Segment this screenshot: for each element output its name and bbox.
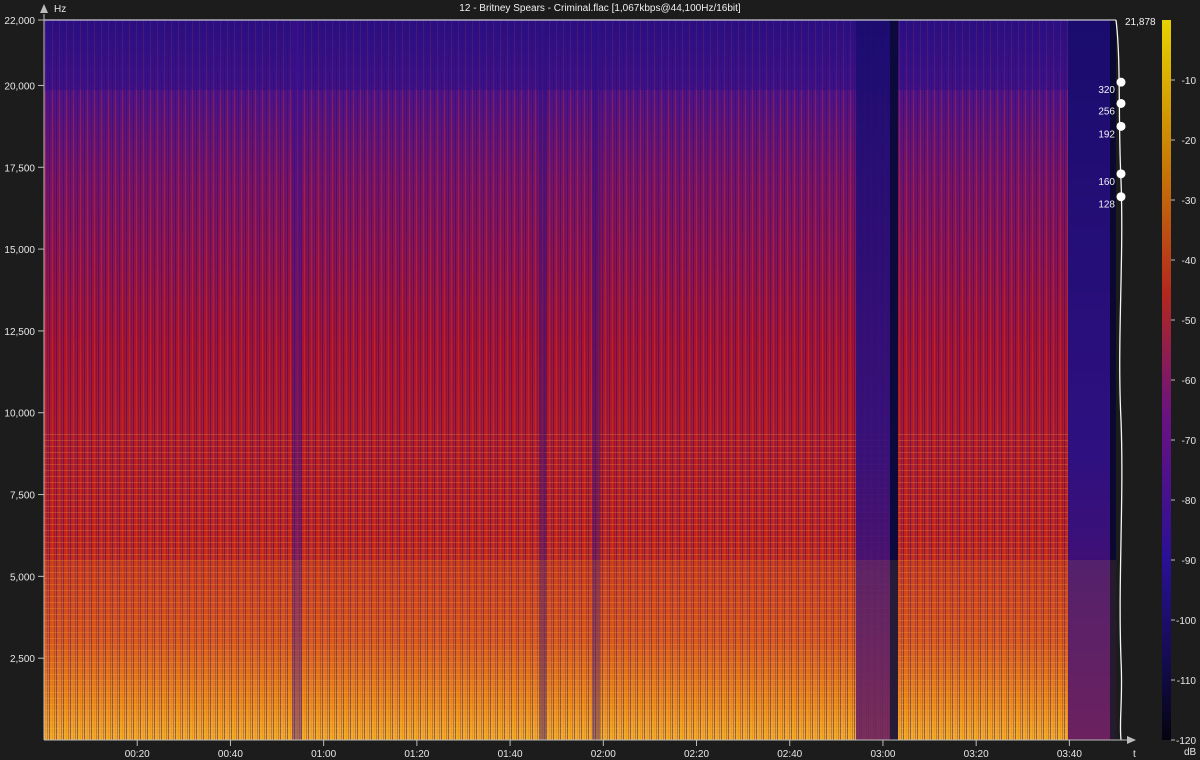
colorbar-tick-label: -10 [1182,76,1197,87]
x-axis-label: t [1133,749,1136,760]
y-tick-label: 7,500 [10,491,35,502]
bitrate-marker [1116,192,1126,202]
y-tick-label: 10,000 [4,409,35,420]
bitrate-marker-label: 256 [1098,106,1115,117]
y-tick-label: 2,500 [10,654,35,665]
max-frequency-label: 21,878 [1125,17,1156,28]
colorbar-tick-label: -20 [1182,136,1197,147]
x-tick-label: 03:20 [964,749,989,760]
colorbar-tick-label: -30 [1182,196,1197,207]
x-tick-label: 01:00 [311,749,336,760]
high-frequency-band [44,20,1116,90]
y-tick-label: 22,000 [4,16,35,27]
colorbar-tick-label: -60 [1182,376,1197,387]
x-tick-label: 01:40 [498,749,523,760]
bitrate-marker-label: 128 [1098,200,1115,211]
bitrate-marker [1116,98,1126,108]
x-tick-label: 02:00 [591,749,616,760]
colorbar-tick-label: -40 [1182,256,1197,267]
bitrate-marker [1116,169,1126,179]
colorbar [1162,20,1171,740]
bitrate-marker-label: 192 [1098,129,1115,140]
x-tick-label: 03:40 [1057,749,1082,760]
colorbar-tick-label: -70 [1182,436,1197,447]
bitrate-marker-label: 320 [1098,85,1115,96]
y-axis-label: Hz [54,4,66,15]
x-tick-label: 01:20 [404,749,429,760]
y-tick-label: 15,000 [4,245,35,256]
x-tick-label: 03:00 [870,749,895,760]
colorbar-tick-label: -120 [1176,736,1196,747]
colorbar-tick-label: -100 [1176,616,1196,627]
x-tick-label: 02:40 [777,749,802,760]
y-tick-label: 5,000 [10,572,35,583]
colorbar-unit-label: dB [1184,747,1197,758]
x-tick-label: 02:20 [684,749,709,760]
x-tick-label: 00:40 [218,749,243,760]
spectrogram-chart: 21,878 320 256 192 160 128 Hz t 2,500 5,000 7,… [4,4,1197,760]
x-axis-arrow [1127,736,1136,744]
bitrate-marker [1116,77,1126,87]
y-tick-label: 12,500 [4,327,35,338]
bitrate-marker-label: 160 [1098,177,1115,188]
low-frequency-energy [44,560,1116,740]
colorbar-tick-label: -90 [1182,556,1197,567]
colorbar-tick-label: -80 [1182,496,1197,507]
x-tick-label: 00:20 [125,749,150,760]
colorbar-tick-label: -50 [1182,316,1197,327]
colorbar-tick-label: -110 [1177,676,1197,687]
y-tick-label: 17,500 [4,163,35,174]
bitrate-marker [1116,121,1126,131]
y-tick-label: 20,000 [4,81,35,92]
y-axis-arrow [40,4,48,13]
